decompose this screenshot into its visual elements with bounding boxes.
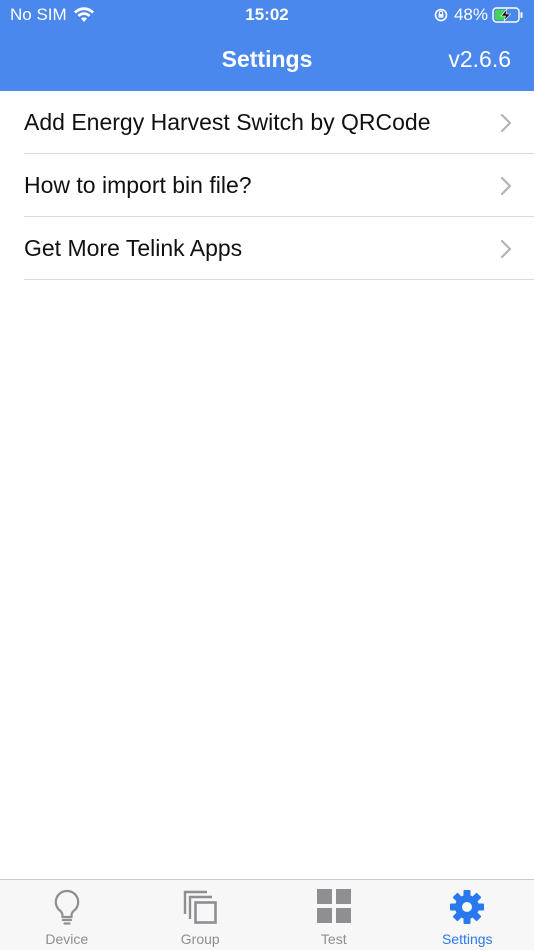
battery-charging-icon — [492, 7, 523, 23]
tab-icon-wrap — [134, 888, 268, 928]
status-bar: No SIM 15:02 48% — [0, 0, 534, 30]
orientation-lock-icon — [434, 8, 448, 22]
chevron-right-icon — [500, 113, 512, 133]
tab-test[interactable]: Test — [267, 880, 401, 950]
settings-list: Add Energy Harvest Switch by QRCode How … — [0, 91, 534, 280]
lightbulb-icon — [54, 889, 80, 925]
group-icon — [184, 890, 218, 924]
version-label: v2.6.6 — [448, 46, 511, 72]
header: No SIM 15:02 48% Settings v2.6.6 — [0, 0, 534, 91]
status-right: 48% — [434, 5, 524, 25]
grid-icon — [316, 889, 351, 923]
tab-icon-wrap — [267, 888, 401, 928]
tab-device[interactable]: Device — [0, 880, 134, 950]
settings-item-add-energy-harvest-switch[interactable]: Add Energy Harvest Switch by QRCode — [24, 91, 534, 154]
tab-label: Group — [180, 931, 220, 947]
chevron-right-icon — [500, 239, 512, 259]
tab-group[interactable]: Group — [134, 880, 268, 950]
settings-item-label: Add Energy Harvest Switch by QRCode — [24, 108, 431, 135]
battery-percent: 48% — [453, 5, 488, 24]
settings-item-import-bin-file[interactable]: How to import bin file? — [24, 154, 534, 217]
chevron-right-icon — [500, 176, 512, 196]
settings-item-more-telink-apps[interactable]: Get More Telink Apps — [24, 217, 534, 280]
tab-label: Device — [45, 931, 89, 947]
screen: No SIM 15:02 48% Settings v2.6.6 Add Ene… — [0, 0, 534, 950]
tab-bar: Device Group Test Settings — [0, 879, 534, 950]
settings-item-label: Get More Telink Apps — [24, 234, 243, 261]
tab-icon-wrap — [0, 888, 134, 928]
tab-icon-wrap — [401, 888, 534, 928]
tab-label: Settings — [441, 931, 493, 947]
tab-settings[interactable]: Settings — [401, 880, 534, 950]
tab-label: Test — [320, 931, 347, 947]
nav-bar: Settings v2.6.6 — [0, 40, 534, 80]
gear-icon — [450, 890, 485, 924]
settings-item-label: How to import bin file? — [24, 171, 252, 198]
